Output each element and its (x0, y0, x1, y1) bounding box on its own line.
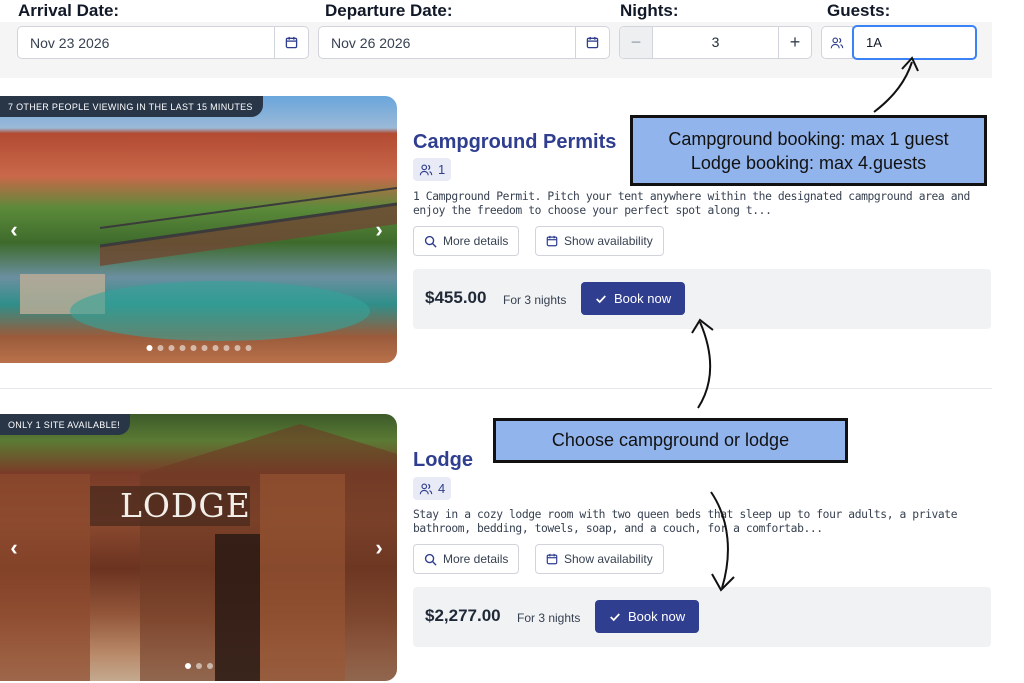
carousel-dot[interactable] (201, 345, 207, 351)
calendar-icon[interactable] (274, 27, 308, 58)
carousel-dots (184, 663, 213, 669)
more-details-label: More details (443, 552, 509, 566)
show-availability-button[interactable]: Show availability (535, 226, 664, 256)
lodge-illustration (0, 424, 397, 681)
capacity-chip: 1 (413, 158, 452, 181)
bridge-illustration (20, 187, 397, 341)
chevron-left-icon[interactable]: ‹ (4, 217, 24, 242)
chevron-right-icon[interactable]: › (369, 217, 389, 242)
capacity-value: 1 (438, 162, 446, 177)
carousel-dot[interactable] (212, 345, 218, 351)
checkmark-icon (596, 294, 606, 303)
carousel-dot[interactable] (179, 345, 185, 351)
departure-date-value: Nov 26 2026 (331, 35, 411, 51)
nights-value[interactable]: 3 (653, 34, 778, 50)
departure-date-label: Departure Date: (325, 1, 453, 20)
carousel-dot[interactable] (223, 345, 229, 351)
carousel-dots (146, 345, 251, 351)
carousel-dot[interactable] (245, 345, 251, 351)
listing-title[interactable]: Lodge (413, 449, 473, 472)
carousel-dot[interactable] (234, 345, 240, 351)
price-value: $455.00 (425, 288, 487, 307)
nights-label: Nights: (620, 1, 679, 20)
nights-decrement-button[interactable]: − (620, 27, 653, 58)
more-details-button[interactable]: More details (413, 226, 520, 256)
arrival-date-field[interactable]: Nov 23 2026 (17, 26, 309, 59)
carousel-dot[interactable] (168, 345, 174, 351)
checkmark-icon (610, 612, 620, 621)
listing-description: Stay in a cozy lodge room with two queen… (413, 508, 958, 535)
carousel-dot[interactable] (184, 663, 191, 669)
listing-title[interactable]: Campground Permits (413, 131, 616, 154)
price-box: $2,277.00 For 3 nights Book now (413, 587, 991, 647)
show-availability-label: Show availability (564, 552, 653, 566)
search-bar: Arrival Date: Nov 23 2026 Departure Date… (0, 0, 992, 78)
carousel-dot[interactable] (206, 663, 213, 669)
search-icon (424, 235, 437, 248)
guests-label: Guests: (827, 1, 891, 20)
guests-input[interactable] (852, 25, 977, 60)
arrow-to-campground-book (697, 321, 712, 409)
choose-annotation: Choose campground or lodge (493, 418, 848, 463)
search-icon (424, 553, 437, 566)
show-availability-button[interactable]: Show availability (535, 544, 664, 574)
capacity-value: 4 (438, 481, 446, 496)
campground-photo: 7 OTHER PEOPLE VIEWING IN THE LAST 15 MI… (0, 96, 397, 363)
chevron-left-icon[interactable]: ‹ (4, 535, 24, 560)
arrival-date-label: Arrival Date: (18, 1, 120, 20)
capacity-chip: 4 (413, 477, 452, 500)
nights-increment-button[interactable]: + (778, 27, 811, 58)
nights-note: For 3 nights (503, 293, 567, 307)
book-now-button[interactable]: Book now (581, 282, 686, 315)
carousel-dot[interactable] (190, 345, 196, 351)
nights-note: For 3 nights (517, 611, 581, 625)
price-value: $2,277.00 (425, 606, 501, 625)
book-now-button[interactable]: Book now (595, 600, 700, 633)
users-icon (419, 483, 433, 494)
listing-divider (0, 388, 992, 389)
annotation-line: Lodge booking: max 4.guests (690, 153, 927, 173)
calendar-icon[interactable] (575, 27, 609, 58)
nights-stepper: − 3 + (619, 26, 812, 59)
calendar-icon (546, 235, 558, 247)
carousel-dot[interactable] (157, 345, 163, 351)
viewers-badge: 7 OTHER PEOPLE VIEWING IN THE LAST 15 MI… (0, 96, 263, 117)
show-availability-label: Show availability (564, 234, 653, 248)
departure-date-field[interactable]: Nov 26 2026 (318, 26, 610, 59)
carousel-dot[interactable] (195, 663, 202, 669)
lodge-photo: LODGE ONLY 1 SITE AVAILABLE! ‹ › (0, 414, 397, 681)
carousel-dot[interactable] (146, 345, 152, 351)
guest-limits-annotation: Campground booking: max 1 guest Lodge bo… (630, 115, 987, 186)
arrow-to-lodge-book (710, 491, 729, 589)
calendar-icon (546, 553, 558, 565)
users-icon (821, 26, 853, 59)
listing-description: 1 Campground Permit. Pitch your tent any… (413, 190, 970, 217)
more-details-button[interactable]: More details (413, 544, 520, 574)
annotation-line: Campground booking: max 1 guest (668, 129, 949, 149)
lodge-sign: LODGE (120, 486, 251, 525)
users-icon (419, 164, 433, 175)
availability-badge: ONLY 1 SITE AVAILABLE! (0, 414, 130, 435)
book-now-label: Book now (628, 609, 686, 624)
book-now-label: Book now (614, 291, 672, 306)
more-details-label: More details (443, 234, 509, 248)
price-box: $455.00 For 3 nights Book now (413, 269, 991, 329)
arrival-date-value: Nov 23 2026 (30, 35, 110, 51)
chevron-right-icon[interactable]: › (369, 535, 389, 560)
